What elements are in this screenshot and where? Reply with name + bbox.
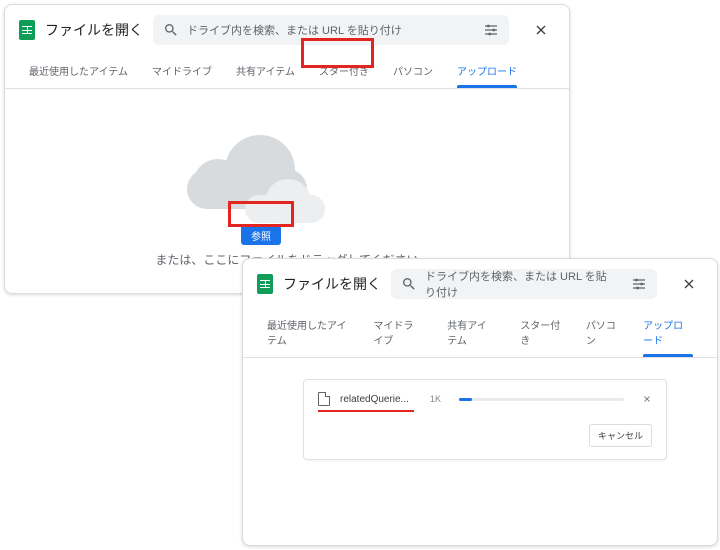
open-file-dialog-1: ファイルを開く ドライブ内を検索、または URL を貼り付け 最近使用したアイテ… bbox=[4, 4, 570, 294]
progress-bar bbox=[459, 398, 624, 401]
cloud-illustration bbox=[175, 135, 325, 225]
tab-upload[interactable]: アップロード bbox=[633, 309, 703, 357]
tab-recent[interactable]: 最近使用したアイテム bbox=[19, 55, 138, 88]
remove-file-button[interactable] bbox=[642, 394, 652, 404]
annotation-underline bbox=[318, 410, 414, 412]
tab-starred[interactable]: スター付き bbox=[510, 309, 572, 357]
search-icon bbox=[401, 276, 417, 292]
tab-computer[interactable]: パソコン bbox=[383, 55, 443, 88]
search-box[interactable]: ドライブ内を検索、または URL を貼り付け bbox=[391, 269, 657, 299]
upload-row: relatedQuerie... 1K bbox=[318, 392, 652, 410]
sheets-icon bbox=[19, 20, 35, 40]
search-placeholder: ドライブ内を検索、または URL を貼り付け bbox=[187, 22, 402, 38]
tab-mydrive[interactable]: マイドライブ bbox=[142, 55, 222, 88]
close-button[interactable] bbox=[527, 16, 555, 44]
file-name: relatedQuerie... bbox=[340, 394, 420, 405]
dialog-title: ファイルを開く bbox=[45, 20, 143, 40]
tune-icon[interactable] bbox=[483, 22, 499, 38]
file-icon bbox=[318, 392, 330, 406]
tab-shared[interactable]: 共有アイテム bbox=[226, 55, 305, 88]
dialog-title: ファイルを開く bbox=[283, 274, 381, 294]
search-box[interactable]: ドライブ内を検索、または URL を貼り付け bbox=[153, 15, 509, 45]
tabs-bar: 最近使用したアイテム マイドライブ 共有アイテム スター付き パソコン アップロ… bbox=[243, 305, 717, 358]
tab-computer[interactable]: パソコン bbox=[576, 309, 629, 357]
file-size: 1K bbox=[430, 394, 441, 404]
tab-starred[interactable]: スター付き bbox=[309, 55, 379, 88]
search-icon bbox=[163, 22, 179, 38]
tab-recent[interactable]: 最近使用したアイテム bbox=[257, 309, 359, 357]
tab-upload[interactable]: アップロード bbox=[447, 55, 527, 88]
search-placeholder: ドライブ内を検索、または URL を貼り付け bbox=[425, 268, 615, 300]
browse-button[interactable]: 参照 bbox=[241, 225, 281, 245]
tab-mydrive[interactable]: マイドライブ bbox=[363, 309, 433, 357]
close-button[interactable] bbox=[675, 270, 703, 298]
tab-shared[interactable]: 共有アイテム bbox=[437, 309, 506, 357]
dialog-header: ファイルを開く ドライブ内を検索、または URL を貼り付け bbox=[5, 5, 569, 51]
upload-progress-card: relatedQuerie... 1K キャンセル bbox=[303, 379, 667, 460]
open-file-dialog-2: ファイルを開く ドライブ内を検索、または URL を貼り付け 最近使用したアイテ… bbox=[242, 258, 718, 546]
tune-icon[interactable] bbox=[631, 276, 647, 292]
tabs-bar: 最近使用したアイテム マイドライブ 共有アイテム スター付き パソコン アップロ… bbox=[5, 51, 569, 89]
sheets-icon bbox=[257, 274, 273, 294]
cancel-button[interactable]: キャンセル bbox=[589, 424, 652, 447]
dialog-header: ファイルを開く ドライブ内を検索、または URL を貼り付け bbox=[243, 259, 717, 305]
